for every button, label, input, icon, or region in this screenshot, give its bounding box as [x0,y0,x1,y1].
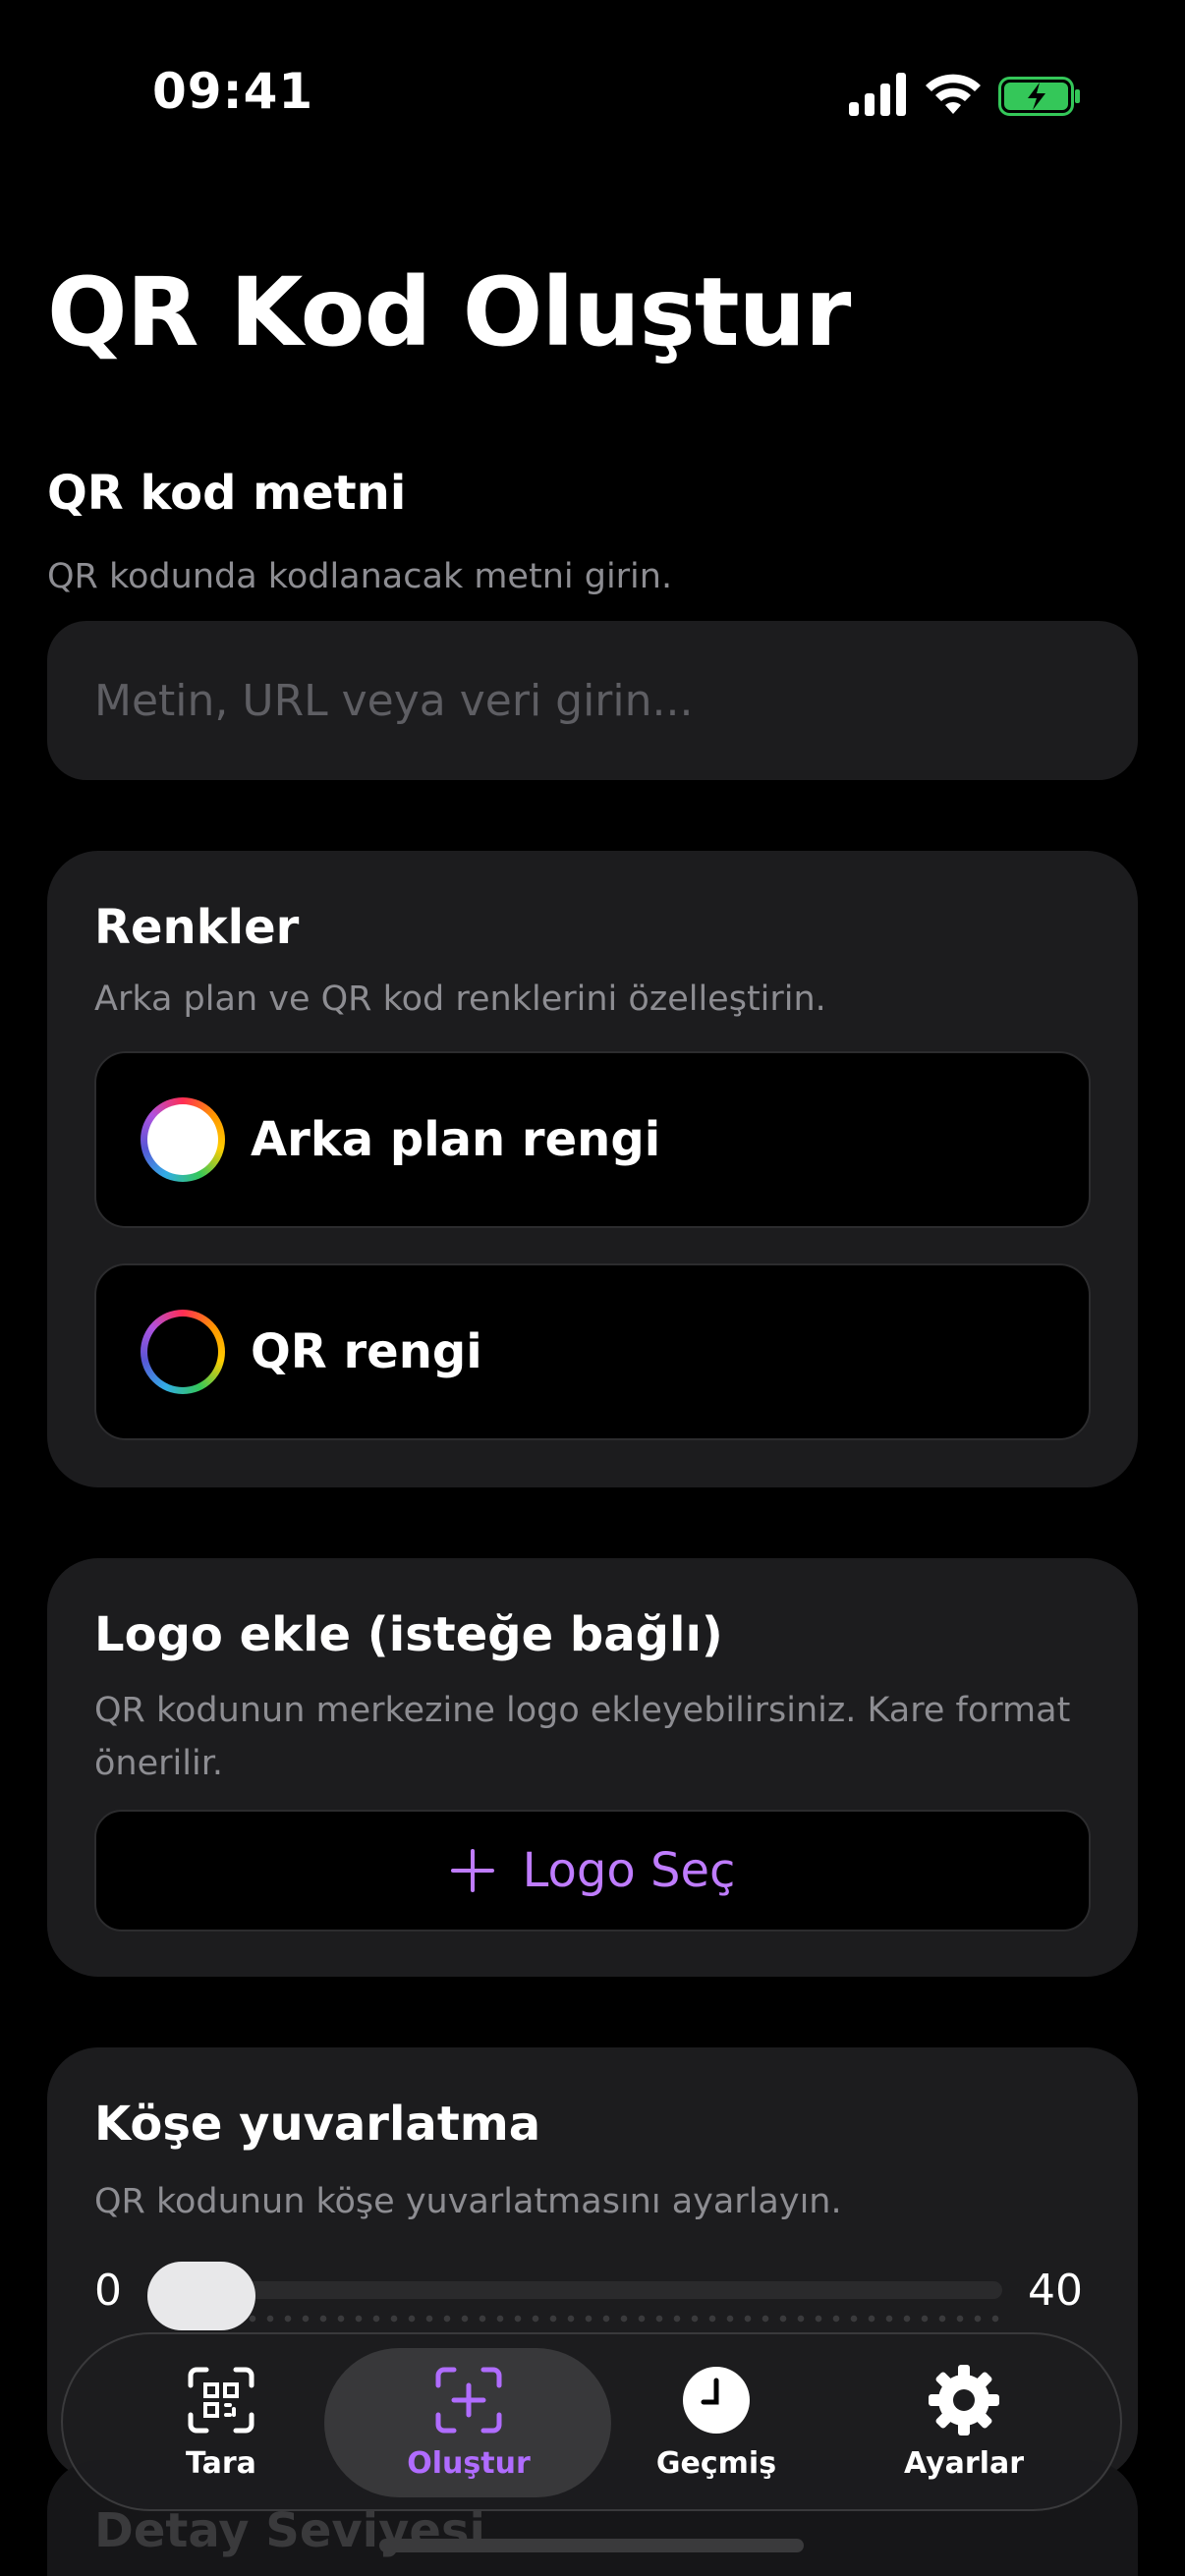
select-logo-label: Logo Seç [522,1843,736,1898]
tab-history[interactable]: Geçmiş [574,2334,859,2509]
colors-subtitle: Arka plan ve QR kod renklerini özelleşti… [94,980,826,1019]
tab-settings[interactable]: Ayarlar [821,2334,1106,2509]
qr-color-swatch [141,1310,225,1394]
corner-subtitle: QR kodunun köşe yuvarlatmasını ayarlayın… [94,2182,842,2221]
qr-text-subtitle: QR kodunda kodlanacak metni girin. [47,557,673,596]
logo-title: Logo ekle (isteğe bağlı) [94,1607,723,1662]
qr-scan-icon [185,2364,257,2436]
clock-icon [680,2364,753,2436]
cellular-signal-icon [849,73,906,116]
tab-settings-label: Ayarlar [903,2445,1025,2481]
colors-card: Renkler Arka plan ve QR kod renklerini ö… [47,851,1138,1487]
qr-create-icon [432,2364,505,2436]
background-color-picker[interactable]: Arka plan rengi [94,1051,1091,1228]
corner-slider-thumb[interactable] [147,2262,255,2330]
wifi-icon [926,74,981,114]
logo-subtitle: QR kodunun merkezine logo ekleyebilirsin… [94,1691,1071,1783]
slider-min-label: 0 [94,2266,122,2316]
slider-max-label: 40 [1028,2266,1083,2316]
status-time: 09:41 [152,63,314,120]
select-logo-button[interactable]: Logo Seç [94,1810,1091,1932]
battery-charging-icon [998,77,1080,116]
tab-create[interactable]: Oluştur [326,2334,611,2509]
qr-color-picker[interactable]: QR rengi [94,1263,1091,1440]
home-indicator [379,2539,804,2552]
background-color-label: Arka plan rengi [251,1112,661,1167]
plus-icon [450,1849,494,1892]
slider-tick-marks [244,2315,1000,2323]
background-color-swatch [141,1097,225,1182]
tab-scan-label: Tara [186,2445,256,2481]
tab-scan[interactable]: Tara [79,2334,364,2509]
colors-title: Renkler [94,900,300,955]
tab-history-label: Geçmiş [655,2445,777,2481]
qr-text-title: QR kod metni [47,466,407,521]
gear-icon [928,2364,1000,2436]
tab-create-label: Oluştur [407,2445,531,2481]
page-title: QR Kod Oluştur [47,257,851,367]
logo-card: Logo ekle (isteğe bağlı) QR kodunun merk… [47,1558,1138,1977]
qr-text-input[interactable] [47,621,1138,780]
qr-color-label: QR rengi [251,1324,482,1379]
corner-title: Köşe yuvarlatma [94,2097,541,2152]
status-bar: 09:41 [0,0,1185,187]
tab-bar: Tara Oluştur Geçmiş Ayarlar [61,2332,1122,2511]
corner-slider-track[interactable] [147,2281,1002,2299]
